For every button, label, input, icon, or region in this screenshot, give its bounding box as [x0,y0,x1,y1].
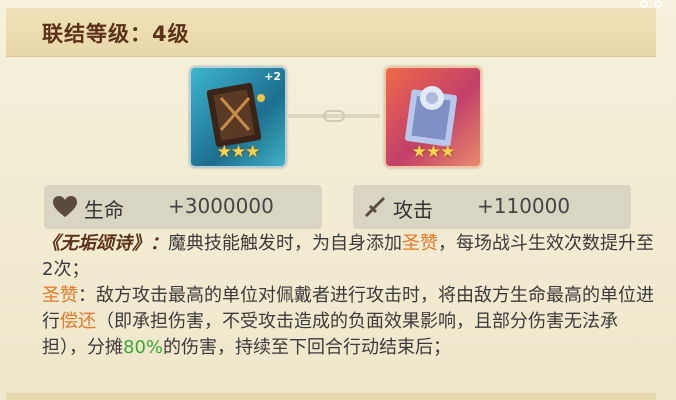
attack-label: 攻击 [393,198,433,222]
share-percent: 80% [123,337,164,358]
repay-highlight: 偿还 [60,311,96,332]
card-bonus-badge: +2 [264,70,281,83]
skill-line-2: 圣赞：敌方攻击最高的单位对佩戴者进行攻击时，将由敌方生命最高的单位进行偿还（即承… [42,283,654,361]
attack-value: +110000 [477,194,571,218]
corner-decoration-icon [640,0,662,8]
skill-text: 魔典技能触发时，为自身添加 [168,233,402,254]
equipment-card-right[interactable]: ★★★ [384,66,482,168]
card-stars: ★★★ [216,142,261,162]
bond-level-title: 联结等级：4级 [42,22,190,46]
sword-icon [365,197,385,217]
card-stars-right: ★★★ [411,142,456,162]
hp-value: +3000000 [168,194,274,218]
buff-text-3: 的伤害，持续至下回合行动结束后； [163,337,452,358]
buff-term: 圣赞 [42,285,78,306]
hp-stat: 生命 +3000000 [44,185,322,229]
equipment-cards: +2 ★★★ ★★★ [0,66,676,176]
hp-label: 生命 [84,198,124,222]
equipment-card-left[interactable]: +2 ★★★ [189,66,287,168]
bond-panel: 联结等级：4级 +2 ★★★ ★★★ 生命 +3000000 攻击 +11000… [0,0,676,400]
heart-icon [53,196,77,217]
bond-header: 联结等级：4级 [6,8,656,57]
bottom-divider [6,393,656,400]
buff-highlight: 圣赞 [402,233,438,254]
skill-name: 《无垢颂诗》： [42,233,168,254]
link-connector-icon [288,110,380,122]
attack-stat: 攻击 +110000 [353,185,631,229]
skill-line-1: 《无垢颂诗》：魔典技能触发时，为自身添加圣赞，每场战斗生效次数提升至2次； [42,231,654,283]
skill-description: 《无垢颂诗》：魔典技能触发时，为自身添加圣赞，每场战斗生效次数提升至2次； 圣赞… [42,231,654,361]
